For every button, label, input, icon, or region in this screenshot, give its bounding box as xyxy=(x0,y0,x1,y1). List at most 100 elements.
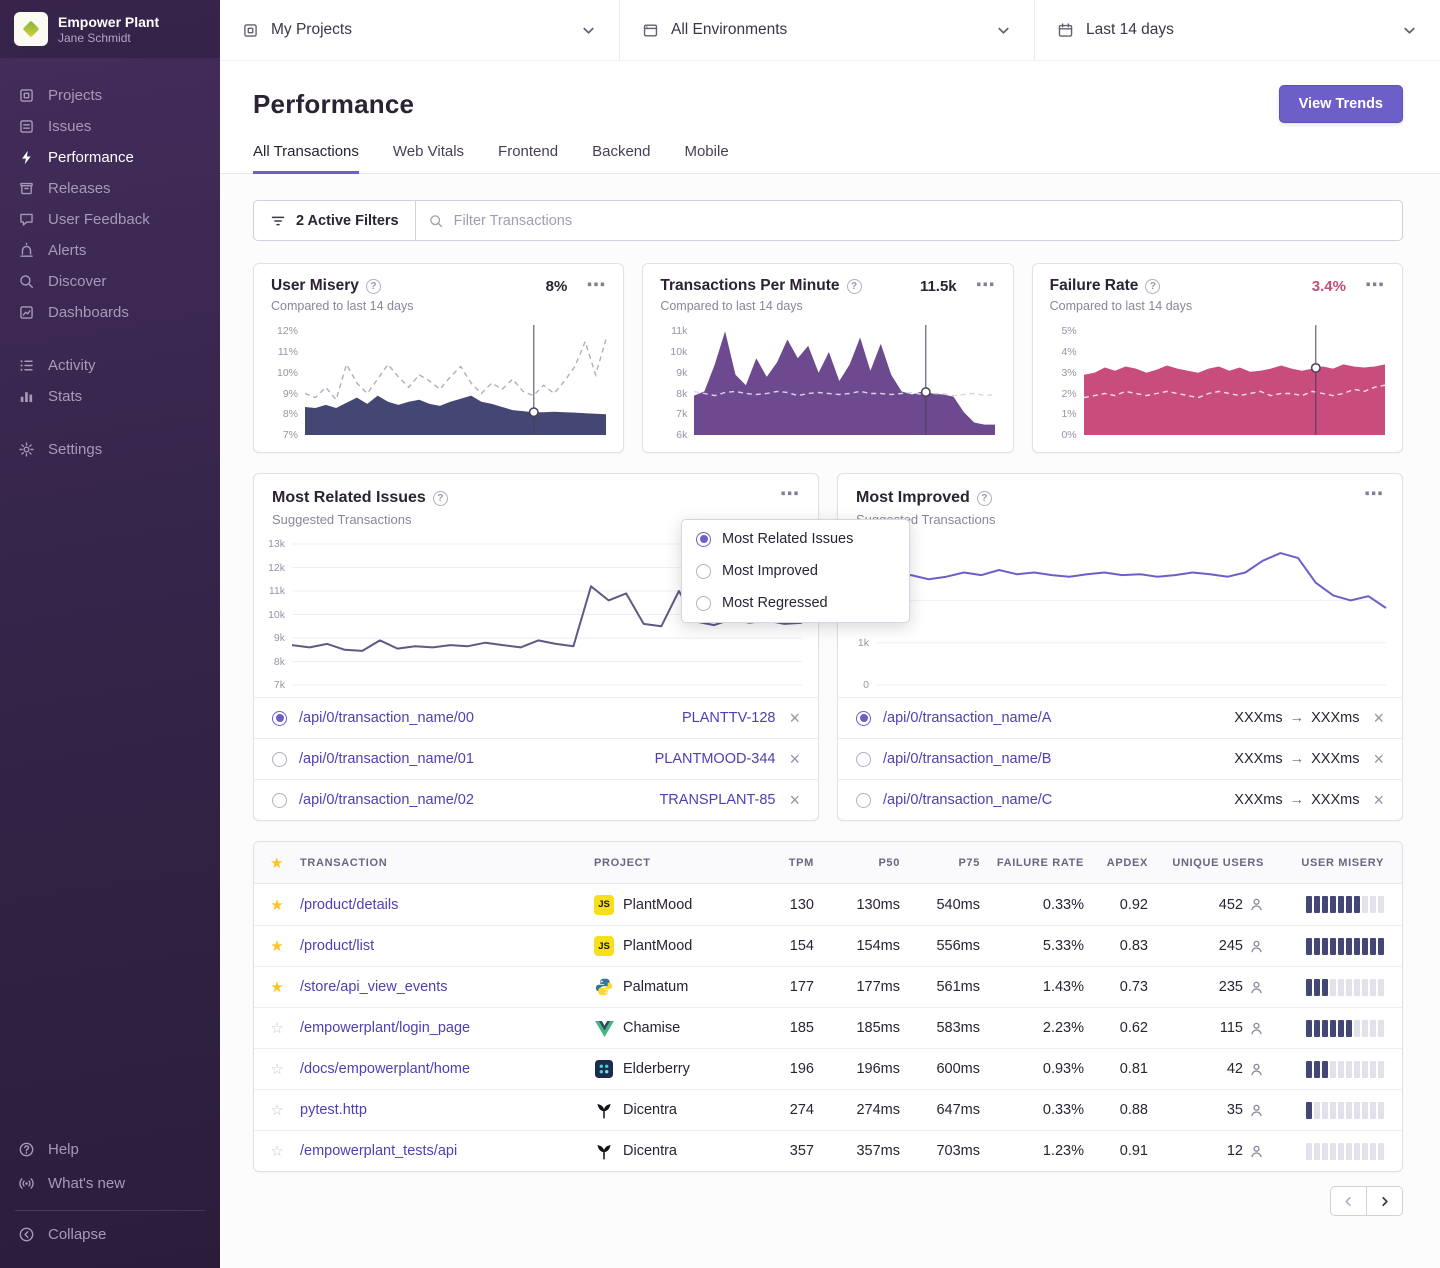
tab-backend[interactable]: Backend xyxy=(592,143,650,174)
sidebar-item-dashboards[interactable]: Dashboards xyxy=(0,297,220,328)
column-header-tpm[interactable]: TPM xyxy=(756,857,816,869)
tab-frontend[interactable]: Frontend xyxy=(498,143,558,174)
radio-button[interactable] xyxy=(272,793,287,808)
user-icon xyxy=(1249,1103,1264,1118)
tab-web-vitals[interactable]: Web Vitals xyxy=(393,143,464,174)
tpm-value: 357 xyxy=(756,1143,816,1159)
sidebar-item-projects[interactable]: Projects xyxy=(0,80,220,111)
menu-option-most-regressed[interactable]: Most Regressed xyxy=(682,587,909,619)
transaction-link[interactable]: /store/api_view_events xyxy=(300,979,448,995)
ellipsis-menu-icon[interactable]: ⋯ xyxy=(780,489,800,500)
sidebar-item-collapse[interactable]: Collapse xyxy=(15,1219,205,1250)
help-icon[interactable]: ? xyxy=(433,491,448,506)
star-toggle[interactable]: ☆ xyxy=(254,1019,300,1037)
org-switcher[interactable]: Empower Plant Jane Schmidt xyxy=(0,0,220,58)
y-tick-label: 5% xyxy=(1061,325,1076,337)
close-icon[interactable]: × xyxy=(1373,709,1384,727)
issue-link[interactable]: TRANSPLANT-85 xyxy=(659,792,775,808)
star-toggle[interactable]: ★ xyxy=(254,937,300,955)
transaction-link[interactable]: /product/list xyxy=(300,938,374,954)
sidebar-item-issues[interactable]: Issues xyxy=(0,111,220,142)
filter-transactions-input[interactable] xyxy=(415,200,1403,241)
column-header-p75[interactable]: P75 xyxy=(902,857,982,869)
sidebar-item-whatsnew[interactable]: What's new xyxy=(0,1166,220,1200)
help-icon[interactable]: ? xyxy=(977,491,992,506)
sidebar-item-settings[interactable]: Settings xyxy=(0,434,220,465)
tab-all-transactions[interactable]: All Transactions xyxy=(253,143,359,174)
column-header-transaction[interactable]: TRANSACTION xyxy=(300,857,594,869)
pagination-prev-button[interactable] xyxy=(1330,1186,1367,1216)
ellipsis-menu-icon[interactable]: ⋯ xyxy=(976,280,996,291)
transaction-link[interactable]: /api/0/transaction_name/01 xyxy=(299,751,474,767)
sidebar: Empower Plant Jane Schmidt ProjectsIssue… xyxy=(0,0,220,1268)
transaction-link[interactable]: pytest.http xyxy=(300,1102,367,1118)
radio-button[interactable] xyxy=(856,793,871,808)
close-icon[interactable]: × xyxy=(1373,750,1384,768)
sidebar-item-performance[interactable]: Performance xyxy=(0,142,220,173)
project-cell: Dicentra xyxy=(594,1100,756,1120)
pagination-next-button[interactable] xyxy=(1366,1186,1403,1216)
issue-link[interactable]: PLANTTV-128 xyxy=(682,710,776,726)
transaction-link[interactable]: /empowerplant/login_page xyxy=(300,1020,470,1036)
sidebar-item-activity[interactable]: Activity xyxy=(0,350,220,381)
sidebar-nav-secondary: ActivityStats xyxy=(0,350,220,412)
sidebar-item-releases[interactable]: Releases xyxy=(0,173,220,204)
sidebar-item-alerts[interactable]: Alerts xyxy=(0,235,220,266)
menu-option-most-related-issues[interactable]: Most Related Issues xyxy=(682,523,909,555)
transaction-link[interactable]: /api/0/transaction_name/C xyxy=(883,792,1052,808)
transaction-link[interactable]: /empowerplant_tests/api xyxy=(300,1143,457,1159)
ellipsis-menu-icon[interactable]: ⋯ xyxy=(1365,280,1385,291)
sidebar-item-stats[interactable]: Stats xyxy=(0,381,220,412)
column-header-failure-rate[interactable]: FAILURE RATE xyxy=(982,857,1086,869)
transaction-link[interactable]: /api/0/transaction_name/00 xyxy=(299,710,474,726)
tab-mobile[interactable]: Mobile xyxy=(684,143,728,174)
transaction-link[interactable]: /api/0/transaction_name/02 xyxy=(299,792,474,808)
column-header-project[interactable]: PROJECT xyxy=(594,857,756,869)
ellipsis-menu-icon[interactable]: ⋯ xyxy=(586,280,606,291)
project-cell: JSPlantMood xyxy=(594,895,756,915)
sidebar-item-feedback[interactable]: User Feedback xyxy=(0,204,220,235)
transaction-link[interactable]: /docs/empowerplant/home xyxy=(300,1061,470,1077)
radio-button[interactable] xyxy=(856,711,871,726)
column-header-user-misery[interactable]: USER MISERY xyxy=(1266,857,1402,869)
radio-button[interactable] xyxy=(272,752,287,767)
y-tick-label: 11k xyxy=(671,325,687,337)
issue-link[interactable]: PLANTMOOD-344 xyxy=(655,751,776,767)
close-icon[interactable]: × xyxy=(789,791,800,809)
transaction-link[interactable]: /api/0/transaction_name/A xyxy=(883,710,1051,726)
star-toggle[interactable]: ☆ xyxy=(254,1060,300,1078)
close-icon[interactable]: × xyxy=(789,750,800,768)
transaction-link[interactable]: /product/details xyxy=(300,897,398,913)
radio-button[interactable] xyxy=(272,711,287,726)
environment-selector[interactable]: All Environments xyxy=(620,0,1035,60)
close-icon[interactable]: × xyxy=(1373,791,1384,809)
sidebar-item-help[interactable]: Help xyxy=(0,1132,220,1166)
help-icon[interactable]: ? xyxy=(847,279,862,294)
column-header-p50[interactable]: P50 xyxy=(816,857,902,869)
card-title: Failure Rate xyxy=(1050,277,1139,295)
star-toggle[interactable]: ☆ xyxy=(254,1142,300,1160)
help-icon[interactable]: ? xyxy=(1145,279,1160,294)
star-toggle[interactable]: ★ xyxy=(254,978,300,996)
project-cell: Elderberry xyxy=(594,1059,756,1079)
p50-value: 177ms xyxy=(816,979,902,995)
star-toggle[interactable]: ★ xyxy=(254,896,300,914)
sidebar-item-discover[interactable]: Discover xyxy=(0,266,220,297)
ellipsis-menu-icon[interactable]: ⋯ xyxy=(1364,489,1384,500)
y-tick-label: 10k xyxy=(670,346,687,358)
column-header-apdex[interactable]: APDEX xyxy=(1086,857,1150,869)
radio-button[interactable] xyxy=(856,752,871,767)
apdex-value: 0.92 xyxy=(1086,897,1150,913)
star-toggle[interactable]: ☆ xyxy=(254,1101,300,1119)
active-filters-button[interactable]: 2 Active Filters xyxy=(253,200,416,241)
transaction-link[interactable]: /api/0/transaction_name/B xyxy=(883,751,1051,767)
help-icon[interactable]: ? xyxy=(366,279,381,294)
close-icon[interactable]: × xyxy=(789,709,800,727)
menu-option-most-improved[interactable]: Most Improved xyxy=(682,555,909,587)
project-selector[interactable]: My Projects xyxy=(220,0,620,60)
view-trends-button[interactable]: View Trends xyxy=(1279,85,1403,123)
date-range-selector[interactable]: Last 14 days xyxy=(1035,0,1440,60)
column-header-unique-users[interactable]: UNIQUE USERS xyxy=(1150,857,1266,869)
settings-icon xyxy=(17,441,35,459)
sidebar-item-label: Collapse xyxy=(48,1226,106,1243)
